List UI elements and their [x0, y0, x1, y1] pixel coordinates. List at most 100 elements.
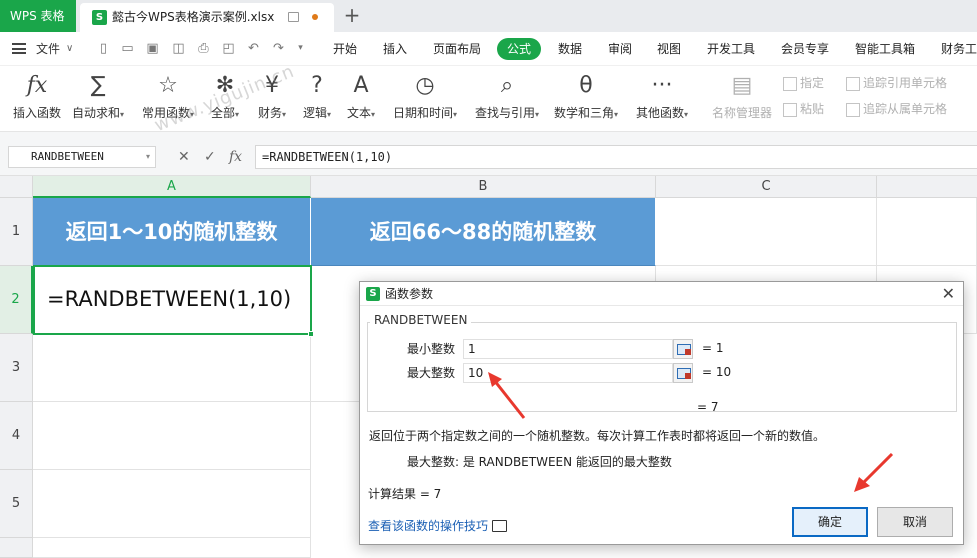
unsaved-dot-icon	[312, 14, 318, 20]
min-integer-input[interactable]: 1	[463, 339, 673, 359]
row-header-2[interactable]: 2	[0, 266, 33, 334]
collapse-dialog-icon[interactable]	[673, 339, 693, 359]
cell-c1[interactable]	[656, 198, 877, 266]
cell-a2[interactable]: =RANDBETWEEN(1,10)	[33, 265, 314, 337]
cell-b1[interactable]: 返回66～88的随机整数	[311, 198, 656, 266]
other-functions-label: 其他函数▾	[635, 106, 689, 120]
column-header-c[interactable]: C	[656, 176, 877, 198]
title-bar: WPS 表格 S 懿古今WPS表格演示案例.xlsx +	[0, 0, 977, 32]
autosum-button[interactable]: ∑ 自动求和▾	[70, 72, 126, 121]
spreadsheet-logo-icon: S	[92, 10, 107, 25]
formula-result-preview: = 7	[697, 400, 719, 414]
tab-member[interactable]: 会员专享	[781, 32, 829, 66]
document-name: 懿古今WPS表格演示案例.xlsx	[112, 10, 275, 24]
hamburger-menu-icon[interactable]	[12, 43, 26, 54]
math-label: 数学和三角▾	[553, 106, 619, 120]
tab-page-layout[interactable]: 页面布局	[433, 32, 481, 66]
collapse-dialog-icon[interactable]	[673, 363, 693, 383]
new-file-icon[interactable]: ▯	[96, 41, 111, 56]
common-functions-label: 常用函数▾	[141, 106, 195, 120]
name-box[interactable]: RANDBETWEEN ▾	[8, 146, 156, 168]
paste-name-button[interactable]: 粘贴	[783, 100, 824, 117]
column-header-d[interactable]	[877, 176, 977, 198]
document-tab[interactable]: S 懿古今WPS表格演示案例.xlsx	[80, 3, 334, 32]
function-arguments-dialog: S 函数参数 ✕ RANDBETWEEN 最小整数 1 = 1 最大整数 10 …	[359, 281, 964, 545]
formula-input[interactable]: =RANDBETWEEN(1,10)	[255, 145, 977, 169]
lookup-functions-button[interactable]: ⌕ 查找与引用▾	[471, 72, 543, 121]
max-integer-label: 最大整数	[407, 366, 456, 380]
open-file-icon[interactable]: ▭	[120, 41, 135, 56]
logical-functions-button[interactable]: ? 逻辑▾	[299, 72, 335, 121]
cell-a5[interactable]	[33, 470, 311, 538]
select-all-corner[interactable]	[0, 176, 33, 198]
redo-icon[interactable]: ↷	[271, 41, 286, 56]
row-header-4[interactable]: 4	[0, 402, 33, 470]
common-functions-button[interactable]: ☆ 常用函数▾	[140, 72, 196, 121]
cancel-button[interactable]: 取消	[877, 507, 953, 537]
row-header-5[interactable]: 5	[0, 470, 33, 538]
dialog-title-bar[interactable]: S 函数参数 ✕	[360, 282, 963, 306]
name-manager-button[interactable]: ▤ 名称管理器	[710, 72, 774, 121]
print-icon[interactable]: ⎙	[196, 41, 211, 56]
export-pdf-icon[interactable]: ◫	[171, 41, 186, 56]
fx-icon: fx	[26, 73, 48, 98]
window-icon[interactable]	[288, 12, 299, 22]
tab-data[interactable]: 数据	[558, 32, 582, 66]
column-header-a[interactable]: A	[33, 176, 311, 198]
ok-button[interactable]: 确定	[792, 507, 868, 537]
tab-view[interactable]: 视图	[657, 32, 681, 66]
tab-formula[interactable]: 公式	[497, 38, 542, 60]
insert-function-button[interactable]: fx 插入函数	[12, 72, 62, 121]
more-dots-icon: ···	[651, 73, 673, 98]
cell-a3[interactable]	[33, 334, 311, 402]
max-integer-input[interactable]: 10	[463, 363, 673, 383]
column-header-b[interactable]: B	[311, 176, 656, 198]
all-functions-button[interactable]: ✻ 全部▾	[207, 72, 243, 121]
cancel-formula-icon[interactable]: ✕	[178, 148, 190, 166]
fill-handle[interactable]	[308, 331, 314, 337]
tab-smart-toolbox[interactable]: 智能工具箱	[855, 32, 915, 66]
more-quick-access-icon[interactable]: ▾	[293, 41, 308, 56]
text-functions-button[interactable]: A 文本▾	[343, 72, 379, 121]
trace-dependents-label: 追踪从属单元格	[863, 102, 948, 116]
math-functions-button[interactable]: θ 数学和三角▾	[550, 72, 622, 121]
close-icon[interactable]: ✕	[942, 283, 955, 305]
wps-app-tab[interactable]: WPS 表格	[0, 0, 76, 32]
financial-label: 财务▾	[257, 106, 287, 120]
cell-a6[interactable]	[33, 538, 311, 558]
tab-start[interactable]: 开始	[333, 32, 357, 66]
row-header-3[interactable]: 3	[0, 334, 33, 402]
print-preview-icon[interactable]: ◰	[221, 41, 236, 56]
financial-functions-button[interactable]: ¥ 财务▾	[254, 72, 290, 121]
tab-insert[interactable]: 插入	[383, 32, 407, 66]
file-menu[interactable]: 文件	[36, 32, 60, 66]
trace-dependents-button[interactable]: 追踪从属单元格	[846, 100, 947, 117]
confirm-formula-icon[interactable]: ✓	[204, 148, 216, 166]
new-tab-button[interactable]: +	[340, 3, 364, 29]
tab-developer[interactable]: 开发工具	[707, 32, 755, 66]
argument-help: 最大整数: 是 RANDBETWEEN 能返回的最大整数	[407, 455, 672, 469]
trace-precedents-button[interactable]: 追踪引用单元格	[846, 74, 947, 91]
help-link[interactable]: 查看该函数的操作技巧	[368, 517, 508, 534]
cell-d1[interactable]	[877, 198, 977, 266]
tab-review[interactable]: 审阅	[608, 32, 632, 66]
undo-icon[interactable]: ↶	[246, 41, 261, 56]
cell-a4[interactable]	[33, 402, 311, 470]
question-icon: ?	[311, 73, 323, 98]
row-header-6[interactable]	[0, 538, 33, 558]
define-name-button[interactable]: 指定	[783, 74, 824, 91]
datetime-functions-button[interactable]: ◷ 日期和时间▾	[389, 72, 461, 121]
insert-fx-icon[interactable]: fx	[229, 148, 242, 166]
save-icon[interactable]: ▣	[145, 41, 160, 56]
row-header-1[interactable]: 1	[0, 198, 33, 266]
star-icon: ☆	[158, 73, 178, 98]
cell-a1[interactable]: 返回1～10的随机整数	[33, 198, 311, 266]
video-icon	[492, 520, 508, 532]
chevron-down-icon[interactable]: ▾	[146, 147, 150, 167]
name-manager-icon: ▤	[731, 73, 753, 98]
formula-bar: RANDBETWEEN ▾ ✕ ✓ fx =RANDBETWEEN(1,10)	[0, 132, 977, 176]
chevron-down-icon[interactable]: ∨	[66, 32, 73, 66]
function-description: 返回位于两个指定数之间的一个随机整数。每次计算工作表时都将返回一个新的数值。	[369, 429, 826, 443]
tab-finance[interactable]: 财务工	[941, 32, 977, 66]
other-functions-button[interactable]: ··· 其他函数▾	[632, 72, 692, 121]
